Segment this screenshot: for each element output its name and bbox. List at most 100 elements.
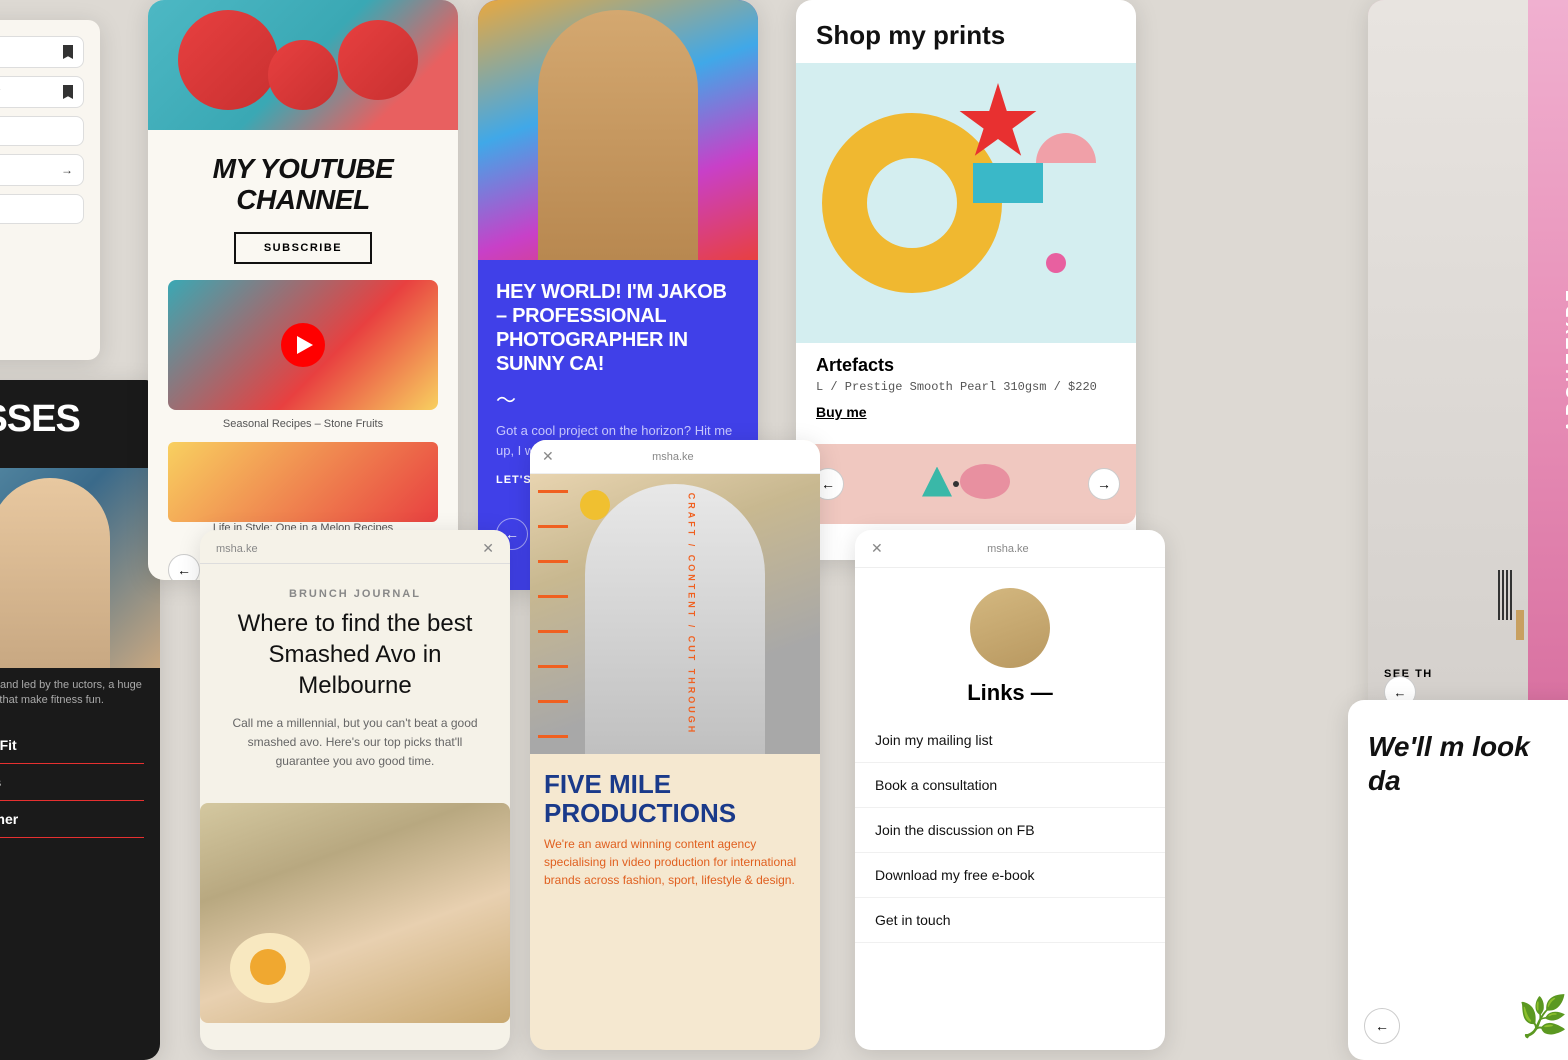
archetype-sidebar: ARCHETYPE [1548, 0, 1568, 720]
mshalinks-header: ✕ msha.ke [855, 530, 1165, 568]
video-label-1: Seasonal Recipes – Stone Fruits [168, 418, 438, 430]
shop-art [796, 63, 1136, 343]
bookmark-icon [63, 45, 73, 59]
photographer-title: HEY WORLD! I'M JAKOB – PROFESSIONAL PHOT… [496, 280, 740, 376]
arrow-right-icon: → [61, 163, 73, 177]
fivemile-title: FIVE MILE PRODUCTIONS [544, 770, 806, 827]
video-thumbnail-1[interactable] [168, 280, 438, 410]
card-links-left: coffee! ial strategy CES rce hub → resou… [0, 20, 100, 360]
shop-info: Artefacts L / Prestige Smooth Pearl 310g… [796, 343, 1136, 444]
stripe-8 [538, 735, 568, 738]
shop-title: Shop my prints [816, 20, 1116, 51]
egg-yolk [250, 949, 286, 985]
prev-arrow-button[interactable]: ← [168, 554, 200, 580]
wellmiss-body: We'll m look da [1348, 700, 1568, 827]
fivemile-description: We're an award winning content agency sp… [544, 835, 806, 889]
play-icon [297, 336, 313, 354]
card-mshalinks: ✕ msha.ke Links — Join my mailing list B… [855, 530, 1165, 1050]
pink-oval [960, 464, 1010, 499]
fitness-item-reformer[interactable]: Reformer [0, 801, 144, 838]
artefacts-details: L / Prestige Smooth Pearl 310gsm / $220 [816, 380, 1116, 394]
card-fivemile: ✕ msha.ke CRAFT / CONTENT / CUT THROUGH … [530, 440, 820, 1050]
link-item-strategy[interactable]: ial strategy [0, 76, 84, 108]
links-section-title: Links — [947, 680, 1073, 705]
youtube-title: MY YOUTUBE CHANNEL [168, 154, 438, 216]
brunch-domain: msha.ke [216, 543, 258, 555]
fitness-item-pilates[interactable]: Pilates [0, 764, 144, 801]
stripe-4 [538, 595, 568, 598]
card-brunch: msha.ke ✕ BRUNCH JOURNAL Where to find t… [200, 530, 510, 1050]
brunch-header: msha.ke ✕ [200, 530, 510, 564]
shop-nav: ← → [796, 444, 1136, 524]
mshalinks-avatar [970, 588, 1050, 668]
fitness-item-crossfit[interactable]: Cross Fit [0, 727, 144, 764]
link-mailing-list[interactable]: Join my mailing list [855, 718, 1165, 763]
stripe-2 [538, 525, 568, 528]
fivemile-close-icon[interactable]: ✕ [542, 448, 554, 465]
art-half-circle [1036, 133, 1096, 163]
art-donut [822, 113, 1002, 293]
video-thumbnail-2[interactable] [168, 442, 438, 522]
brunch-close-icon[interactable]: ✕ [482, 540, 494, 557]
craft-text: CRAFT / CONTENT / CUT THROUGH [686, 493, 696, 736]
brunch-title: Where to find the best Smashed Avo in Me… [220, 608, 490, 702]
fitness-item-hiit[interactable]: HIIT [0, 838, 144, 874]
art-rect [973, 163, 1043, 203]
fivemile-person [585, 484, 765, 754]
mshalinks-domain: msha.ke [987, 543, 1029, 555]
watermelon-slice-2 [338, 20, 418, 100]
fivemile-image: CRAFT / CONTENT / CUT THROUGH [530, 474, 820, 754]
artefacts-label: Artefacts [816, 355, 1116, 376]
brunch-description: Call me a millennial, but you can't beat… [220, 714, 490, 772]
subscribe-button[interactable]: SUBSCRIBE [234, 232, 372, 264]
link-get-in-touch[interactable]: Get in touch [855, 898, 1165, 943]
youtube-body: MY YOUTUBE CHANNEL SUBSCRIBE Seasonal Re… [148, 130, 458, 580]
link-book-consultation[interactable]: Book a consultation [855, 763, 1165, 808]
card-shop: Shop my prints Artefacts L / Prestige Sm… [796, 0, 1136, 560]
stripe-5 [538, 630, 568, 633]
brunch-category: BRUNCH JOURNAL [220, 588, 490, 600]
link-discussion-fb[interactable]: Join the discussion on FB [855, 808, 1165, 853]
brunch-body: BRUNCH JOURNAL Where to find the best Sm… [200, 564, 510, 803]
fitness-description: inspiring and led by the uctors, a huge … [0, 668, 160, 719]
card-archetype: ✕ ARCHETYPE SEE TH ← [1368, 0, 1568, 720]
fivemile-domain: msha.ke [652, 451, 694, 463]
sun-icon [580, 490, 610, 520]
cards-container: coffee! ial strategy CES rce hub → resou… [0, 0, 1568, 1056]
fitness-items: Cross Fit Pilates Reformer HIIT [0, 719, 160, 882]
art-dot [1046, 253, 1066, 273]
stripe-6 [538, 665, 568, 668]
barcode-decoration [1498, 570, 1514, 620]
fitness-title: ASSES [0, 400, 144, 438]
shop-next-button[interactable]: → [1088, 468, 1120, 500]
bookmark-icon-2 [63, 85, 73, 99]
link-item-ces[interactable]: CES [0, 116, 84, 146]
shop-header: Shop my prints [796, 0, 1136, 63]
link-free-ebook[interactable]: Download my free e-book [855, 853, 1165, 898]
link-item-resources[interactable]: resources [0, 194, 84, 224]
card-wellmiss: ✕ We'll m look da 🌿 ← [1348, 700, 1568, 1060]
mshalinks-close-icon[interactable]: ✕ [871, 540, 883, 557]
buy-me-link[interactable]: Buy me [816, 404, 867, 420]
link-item-hub[interactable]: rce hub → [0, 154, 84, 186]
fitness-person [0, 478, 110, 668]
watermelon-slice-3 [268, 40, 338, 110]
plant-icon: 🌿 [1518, 993, 1568, 1040]
orange-stripes [538, 474, 568, 754]
link-item-coffee[interactable]: coffee! [0, 36, 84, 68]
fitness-image [0, 468, 160, 668]
card-youtube: MY YOUTUBE CHANNEL SUBSCRIBE Seasonal Re… [148, 0, 458, 580]
wellmiss-back-button[interactable]: ← [1364, 1008, 1400, 1044]
avatar-image [970, 588, 1050, 668]
youtube-watermelon-header [148, 0, 458, 130]
fivemile-header: ✕ msha.ke [530, 440, 820, 474]
wave-icon: 〜 [496, 384, 740, 413]
stripe-1 [538, 490, 568, 493]
play-button[interactable] [281, 323, 325, 367]
fitness-red-bars [0, 446, 144, 450]
wellmiss-back-container: ← [1364, 1008, 1400, 1044]
stripe-3 [538, 560, 568, 563]
stripe-7 [538, 700, 568, 703]
gold-stripe [1516, 610, 1524, 640]
archetype-vertical-text: ARCHETYPE [1563, 286, 1568, 433]
